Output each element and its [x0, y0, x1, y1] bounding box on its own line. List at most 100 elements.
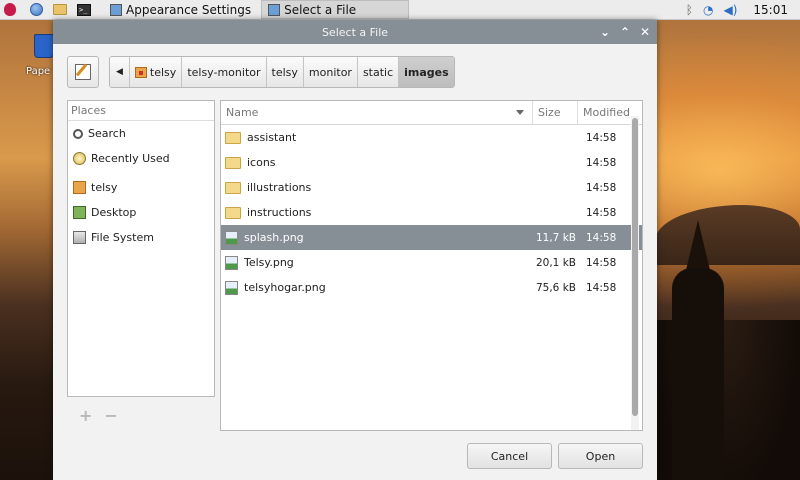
wallpaper-temple-spire	[686, 220, 710, 270]
sort-descending-icon	[516, 110, 524, 115]
file-modified: 14:58	[586, 181, 617, 194]
chevron-left-icon: ◀	[116, 67, 123, 77]
places-actions: + −	[79, 406, 118, 425]
file-modified: 14:58	[586, 281, 617, 294]
file-row-selected[interactable]: splash.png 11,7 kB 14:58	[221, 225, 642, 250]
file-chooser-dialog: Select a File ⌄ ⌃ ✕ ◀ telsy telsy-monito…	[53, 20, 657, 480]
browser-globe-icon[interactable]	[26, 0, 46, 20]
terminal-icon[interactable]: >_	[74, 0, 94, 20]
file-modified: 14:58	[586, 231, 617, 244]
place-recently-used[interactable]: Recently Used	[68, 146, 214, 171]
file-manager-icon[interactable]	[50, 0, 70, 20]
place-desktop[interactable]: Desktop	[68, 200, 214, 225]
scrollbar-thumb[interactable]	[632, 118, 638, 416]
clock[interactable]: 15:01	[753, 3, 788, 17]
places-sidebar: Places Search Recently Used telsy Deskto…	[67, 100, 215, 397]
file-modified: 14:58	[586, 206, 617, 219]
breadcrumb-label: telsy	[149, 65, 177, 79]
file-row[interactable]: illustrations 14:58	[221, 175, 642, 200]
settings-app-icon	[110, 3, 122, 16]
place-label: Desktop	[91, 206, 137, 219]
path-bar: ◀ telsy telsy-monitor telsy monitor stat…	[67, 56, 455, 88]
folder-icon	[225, 181, 241, 194]
open-button[interactable]: Open	[558, 443, 643, 469]
file-size: 11,7 kB	[535, 231, 576, 244]
place-label: Recently Used	[91, 152, 170, 165]
system-tray: ᛒ ◔ ◀) 15:01	[686, 3, 800, 17]
file-list-scrollbar[interactable]	[631, 116, 639, 430]
file-list-header: Name Size Modified	[221, 101, 642, 125]
desktop-wastebasket-icon[interactable]	[34, 34, 54, 58]
breadcrumb-home[interactable]: telsy	[129, 57, 183, 87]
folder-icon	[225, 131, 241, 144]
taskbar: >_ Appearance Settings Select a File ᛒ ◔…	[0, 0, 800, 20]
dialog-titlebar[interactable]: Select a File ⌄ ⌃ ✕	[53, 20, 657, 44]
folder-icon	[225, 156, 241, 169]
file-name: icons	[247, 156, 276, 169]
desktop-icon-label[interactable]: Pape	[26, 66, 50, 77]
add-bookmark-button[interactable]: +	[79, 406, 92, 425]
breadcrumb-static[interactable]: static	[357, 57, 400, 87]
desktop-icon	[73, 206, 86, 219]
place-label: Search	[88, 127, 126, 140]
breadcrumb-back-button[interactable]: ◀	[110, 57, 130, 87]
file-name: illustrations	[247, 181, 312, 194]
column-header-modified[interactable]: Modified	[578, 101, 630, 124]
place-label: File System	[91, 231, 154, 244]
column-header-name[interactable]: Name	[221, 101, 533, 124]
file-modified: 14:58	[586, 156, 617, 169]
breadcrumb: ◀ telsy telsy-monitor telsy monitor stat…	[109, 56, 455, 88]
maximize-icon[interactable]: ⌃	[619, 24, 631, 40]
home-icon	[134, 66, 147, 78]
task-select-a-file[interactable]: Select a File	[261, 0, 410, 19]
file-name: Telsy.png	[244, 256, 294, 269]
task-label: Appearance Settings	[126, 2, 252, 17]
file-size: 75,6 kB	[535, 281, 576, 294]
breadcrumb-telsy[interactable]: telsy	[266, 57, 304, 87]
column-header-size[interactable]: Size	[533, 101, 578, 124]
image-file-icon	[225, 255, 238, 270]
wallpaper-hill	[655, 205, 800, 265]
image-file-icon	[225, 280, 238, 295]
place-home[interactable]: telsy	[68, 175, 214, 200]
file-row[interactable]: assistant 14:58	[221, 125, 642, 150]
task-label: Select a File	[284, 2, 357, 17]
window-controls: ⌄ ⌃ ✕	[599, 24, 651, 40]
remove-bookmark-button[interactable]: −	[104, 406, 117, 425]
home-folder-icon	[73, 181, 86, 194]
file-name: assistant	[247, 131, 297, 144]
recent-icon	[73, 152, 86, 165]
wallpaper-temple	[672, 268, 724, 480]
breadcrumb-monitor[interactable]: monitor	[303, 57, 358, 87]
file-row[interactable]: icons 14:58	[221, 150, 642, 175]
place-search[interactable]: Search	[68, 121, 214, 146]
file-modified: 14:58	[586, 256, 617, 269]
file-row[interactable]: instructions 14:58	[221, 200, 642, 225]
breadcrumb-images[interactable]: images	[399, 57, 454, 87]
folder-icon	[225, 206, 241, 219]
bluetooth-icon[interactable]: ᛒ	[686, 3, 693, 17]
place-label: telsy	[91, 181, 118, 194]
search-icon	[73, 128, 83, 139]
file-size: 20,1 kB	[535, 256, 576, 269]
dialog-title: Select a File	[321, 25, 389, 39]
raspberry-menu-icon[interactable]	[0, 0, 20, 20]
type-location-button[interactable]	[67, 56, 99, 88]
drive-icon	[73, 231, 86, 244]
places-header: Places	[68, 101, 214, 121]
task-appearance-settings[interactable]: Appearance Settings	[104, 0, 257, 19]
file-dialog-app-icon	[268, 3, 281, 16]
file-row[interactable]: Telsy.png 20,1 kB 14:58	[221, 250, 642, 275]
file-row[interactable]: telsyhogar.png 75,6 kB 14:58	[221, 275, 642, 300]
volume-icon[interactable]: ◀)	[723, 3, 737, 17]
file-modified: 14:58	[586, 131, 617, 144]
file-list: Name Size Modified assistant 14:58 icons…	[220, 100, 643, 431]
breadcrumb-telsy-monitor[interactable]: telsy-monitor	[182, 57, 267, 87]
image-file-icon	[225, 230, 238, 245]
cancel-button[interactable]: Cancel	[467, 443, 552, 469]
minimize-icon[interactable]: ⌄	[599, 24, 611, 40]
wifi-icon[interactable]: ◔	[703, 3, 713, 17]
place-file-system[interactable]: File System	[68, 225, 214, 250]
file-name: telsyhogar.png	[244, 281, 326, 294]
close-icon[interactable]: ✕	[639, 24, 651, 40]
